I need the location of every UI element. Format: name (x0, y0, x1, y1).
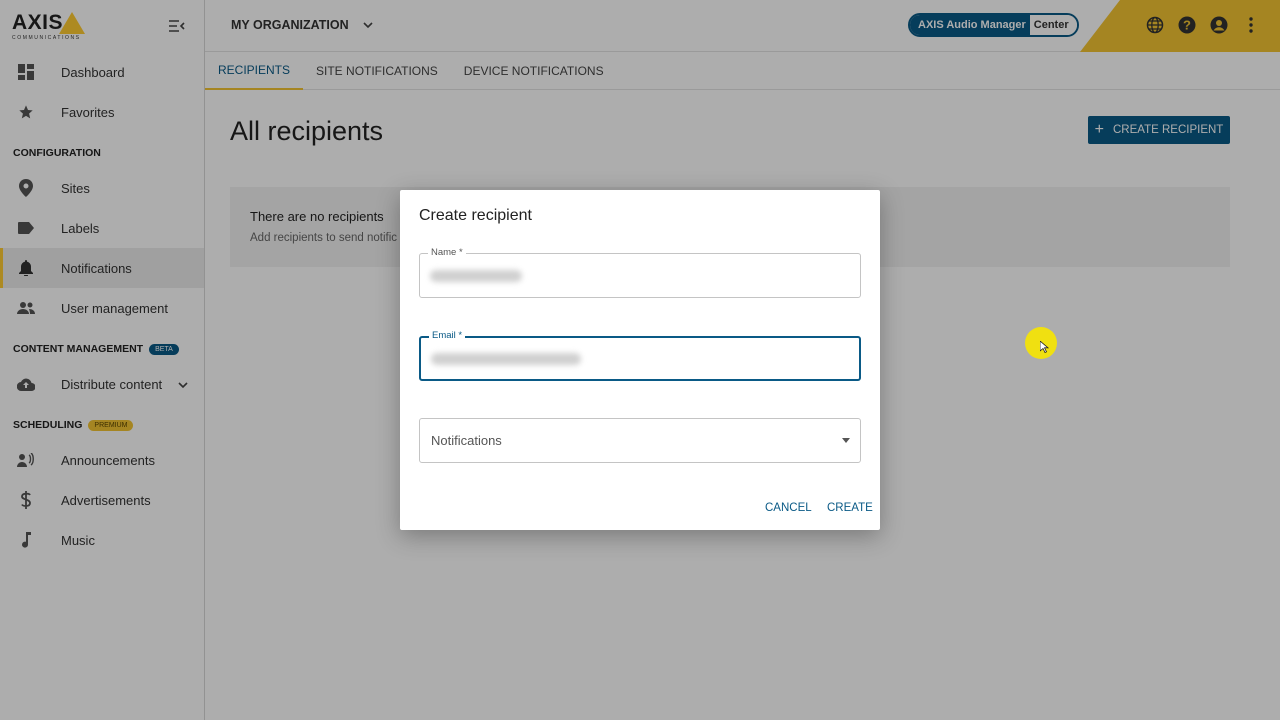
cancel-button[interactable]: CANCEL (765, 502, 812, 514)
mouse-cursor-icon (1039, 340, 1050, 358)
name-field-value-redacted (430, 270, 522, 282)
dropdown-arrow-icon (842, 438, 850, 443)
create-button[interactable]: CREATE (827, 502, 873, 514)
email-field-label: Email * (429, 330, 466, 341)
dialog-title: Create recipient (419, 207, 532, 224)
email-field-value-redacted (431, 353, 581, 365)
notifications-select-placeholder: Notifications (431, 433, 502, 448)
email-field[interactable]: Email * (419, 330, 861, 381)
name-field-label: Name * (428, 247, 466, 258)
notifications-select[interactable]: Notifications (419, 418, 861, 463)
create-recipient-dialog: Create recipient Name * Email * Notifica… (400, 190, 880, 530)
name-field[interactable]: Name * (419, 247, 861, 298)
